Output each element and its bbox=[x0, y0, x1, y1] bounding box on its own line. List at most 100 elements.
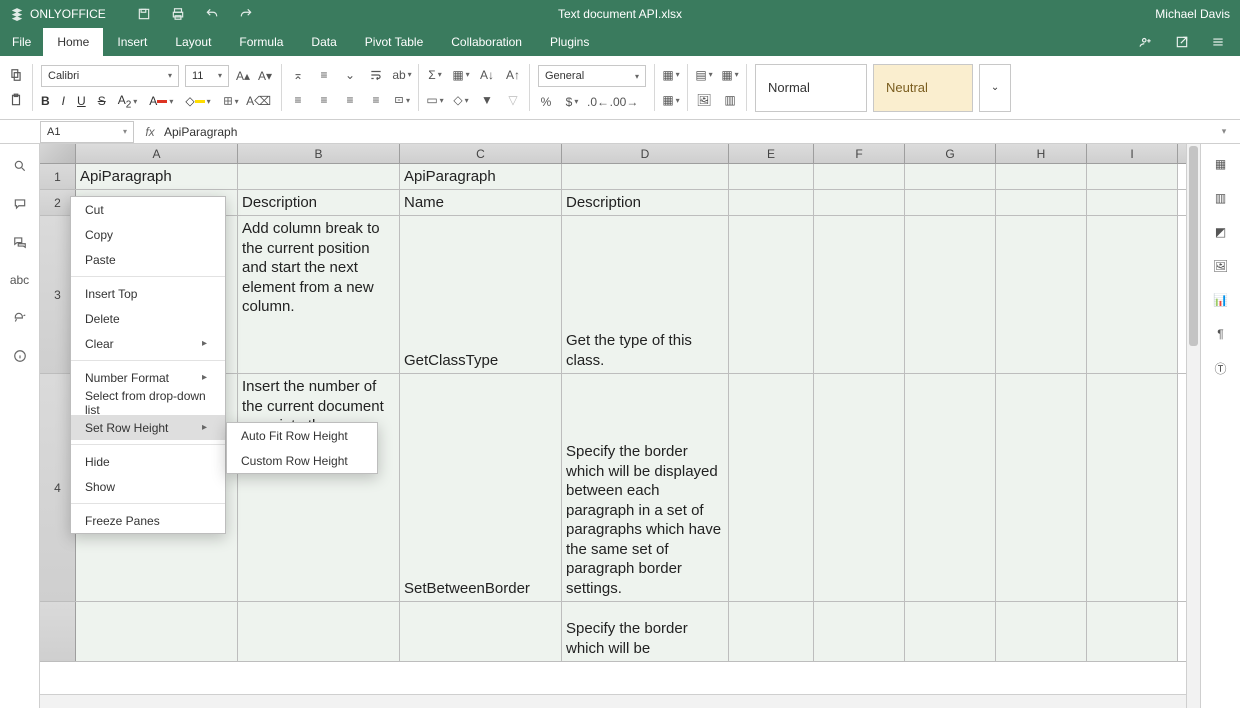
ctx-item-insert top[interactable]: Insert Top bbox=[71, 281, 225, 306]
cell-A1[interactable]: ApiParagraph bbox=[76, 164, 238, 189]
save-icon[interactable] bbox=[136, 6, 152, 22]
accounting-icon[interactable]: $▾ bbox=[564, 94, 580, 110]
col-header-I[interactable]: I bbox=[1087, 144, 1178, 163]
ctx-item-paste[interactable]: Paste bbox=[71, 247, 225, 272]
delete-cells-icon[interactable]: ▦▾ bbox=[663, 92, 679, 108]
align-right-icon[interactable]: ≡ bbox=[342, 92, 358, 108]
cell-C1[interactable]: ApiParagraph bbox=[400, 164, 562, 189]
cell-B1[interactable] bbox=[238, 164, 400, 189]
style-neutral[interactable]: Neutral bbox=[873, 64, 973, 112]
cell-F2[interactable] bbox=[814, 190, 905, 215]
format-table-icon[interactable]: ▦▾ bbox=[722, 67, 738, 83]
cell-B3[interactable]: Add column break to the current position… bbox=[238, 216, 400, 373]
cell-D1[interactable] bbox=[562, 164, 729, 189]
ctx-sub-auto fit row height[interactable]: Auto Fit Row Height bbox=[227, 423, 377, 448]
cell-E4[interactable] bbox=[729, 374, 814, 601]
fill-color-button[interactable]: ◇▾ bbox=[185, 94, 210, 108]
cell-B2[interactable]: Description bbox=[238, 190, 400, 215]
align-top-icon[interactable]: ⌅ bbox=[290, 67, 306, 83]
search-icon[interactable] bbox=[12, 158, 28, 174]
clear-format-icon[interactable]: A⌫ bbox=[251, 93, 267, 109]
style-normal[interactable]: Normal bbox=[755, 64, 867, 112]
paste-icon[interactable] bbox=[8, 92, 24, 108]
align-middle-icon[interactable]: ≡ bbox=[316, 67, 332, 83]
share-icon[interactable] bbox=[1138, 34, 1154, 50]
chat-icon[interactable] bbox=[12, 234, 28, 250]
wrap-text-icon[interactable] bbox=[368, 67, 384, 83]
ctx-item-cut[interactable]: Cut bbox=[71, 197, 225, 222]
col-header-F[interactable]: F bbox=[814, 144, 905, 163]
cell-I4[interactable] bbox=[1087, 374, 1178, 601]
cell-C3[interactable]: GetClassType bbox=[400, 216, 562, 373]
cell-A[interactable] bbox=[76, 602, 238, 661]
select-all-corner[interactable] bbox=[40, 144, 76, 163]
clear-filter-icon[interactable]: ▽ bbox=[505, 92, 521, 108]
fx-label[interactable]: fx bbox=[140, 125, 160, 139]
merge-cells-icon[interactable]: ▾ bbox=[394, 92, 410, 108]
col-header-A[interactable]: A bbox=[76, 144, 238, 163]
ctx-item-hide[interactable]: Hide bbox=[71, 449, 225, 474]
col-header-E[interactable]: E bbox=[729, 144, 814, 163]
inc-decimal-icon[interactable]: .00→ bbox=[616, 94, 632, 110]
vertical-scrollbar[interactable] bbox=[1186, 144, 1200, 708]
feedback-icon[interactable] bbox=[12, 310, 28, 326]
clear-icon[interactable]: ◇▾ bbox=[453, 92, 469, 108]
align-bottom-icon[interactable]: ⌄ bbox=[342, 67, 358, 83]
cell-D[interactable]: Specify the border which will be bbox=[562, 602, 729, 661]
bold-button[interactable]: B bbox=[41, 94, 50, 108]
paragraph-settings-icon[interactable]: ¶ bbox=[1213, 326, 1229, 342]
ctx-item-set row height[interactable]: Set Row Height▸ bbox=[71, 415, 225, 440]
align-justify-icon[interactable]: ≡ bbox=[368, 92, 384, 108]
increase-font-icon[interactable]: A▴ bbox=[235, 68, 251, 84]
cell-H2[interactable] bbox=[996, 190, 1087, 215]
insert-chart-icon[interactable]: ▥ bbox=[722, 92, 738, 108]
name-box[interactable]: A1▾ bbox=[40, 121, 134, 143]
row-header-1[interactable]: 1 bbox=[40, 164, 76, 189]
strike-button[interactable]: S bbox=[98, 94, 106, 108]
print-icon[interactable] bbox=[170, 6, 186, 22]
formula-input[interactable]: ApiParagraph bbox=[160, 125, 1214, 139]
ctx-item-number format[interactable]: Number Format▸ bbox=[71, 365, 225, 390]
tab-file[interactable]: File bbox=[0, 28, 43, 56]
spreadsheet-area[interactable]: ABCDEFGHI1ApiParagraphApiParagraph2Descr… bbox=[40, 144, 1200, 708]
chart-settings-icon[interactable]: 📊 bbox=[1213, 292, 1229, 308]
tab-home[interactable]: Home bbox=[43, 28, 103, 56]
cell-E1[interactable] bbox=[729, 164, 814, 189]
cell-I[interactable] bbox=[1087, 602, 1178, 661]
borders-button[interactable]: ▾ bbox=[223, 93, 239, 109]
cell-D2[interactable]: Description bbox=[562, 190, 729, 215]
sort-desc-icon[interactable]: A↑ bbox=[505, 67, 521, 83]
filter-icon[interactable]: ▼ bbox=[479, 92, 495, 108]
cell-F1[interactable] bbox=[814, 164, 905, 189]
user-name[interactable]: Michael Davis bbox=[1155, 7, 1230, 21]
tab-plugins[interactable]: Plugins bbox=[536, 28, 603, 56]
col-header-G[interactable]: G bbox=[905, 144, 996, 163]
ctx-item-freeze panes[interactable]: Freeze Panes bbox=[71, 508, 225, 533]
ctx-item-delete[interactable]: Delete bbox=[71, 306, 225, 331]
cell-I2[interactable] bbox=[1087, 190, 1178, 215]
cell-F3[interactable] bbox=[814, 216, 905, 373]
sort-asc-icon[interactable]: A↓ bbox=[479, 67, 495, 83]
spellcheck-icon[interactable]: abc bbox=[12, 272, 28, 288]
cell-E2[interactable] bbox=[729, 190, 814, 215]
undo-icon[interactable] bbox=[204, 6, 220, 22]
cell-H1[interactable] bbox=[996, 164, 1087, 189]
shape-settings-icon[interactable]: ◩ bbox=[1213, 224, 1229, 240]
cell-G3[interactable] bbox=[905, 216, 996, 373]
cell-C4[interactable]: SetBetweenBorder bbox=[400, 374, 562, 601]
col-header-B[interactable]: B bbox=[238, 144, 400, 163]
insert-image-icon[interactable]: 🖼 bbox=[696, 92, 712, 108]
ctx-item-clear[interactable]: Clear▸ bbox=[71, 331, 225, 356]
cell-settings-icon[interactable]: ▦ bbox=[1213, 156, 1229, 172]
insert-cells-icon[interactable]: ▦▾ bbox=[663, 67, 679, 83]
cell-E[interactable] bbox=[729, 602, 814, 661]
number-format-combo[interactable]: General▾ bbox=[538, 65, 646, 87]
tab-formula[interactable]: Formula bbox=[225, 28, 297, 56]
col-header-H[interactable]: H bbox=[996, 144, 1087, 163]
align-center-icon[interactable]: ≡ bbox=[316, 92, 332, 108]
tab-data[interactable]: Data bbox=[297, 28, 350, 56]
col-header-D[interactable]: D bbox=[562, 144, 729, 163]
fill-icon[interactable]: ▦▾ bbox=[453, 67, 469, 83]
cell-C[interactable] bbox=[400, 602, 562, 661]
cell-G1[interactable] bbox=[905, 164, 996, 189]
